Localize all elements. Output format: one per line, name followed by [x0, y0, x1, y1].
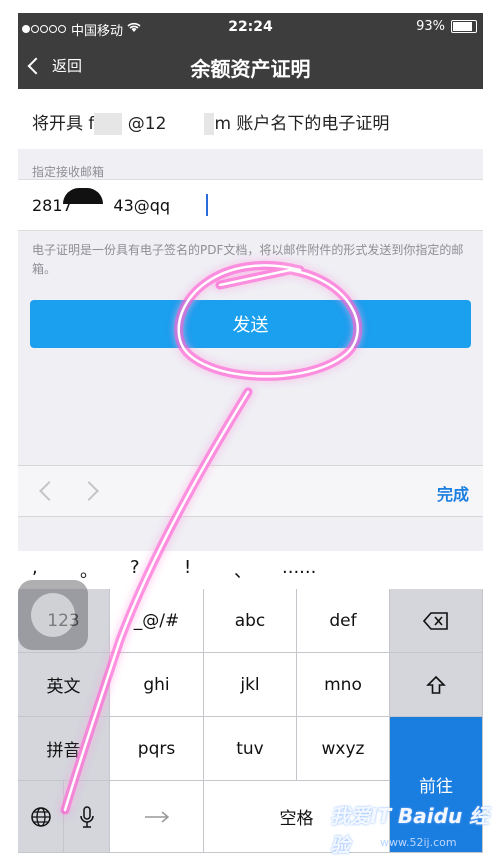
navigation-bar: 返回 余额资产证明: [18, 43, 483, 89]
chevron-left-icon[interactable]: [39, 481, 59, 501]
status-bar: 中国移动 22:24 93%: [18, 13, 483, 43]
candidate-item[interactable]: ?: [130, 557, 140, 578]
arrow-right-icon: [144, 810, 169, 823]
send-button[interactable]: 发送: [30, 300, 471, 348]
email-section-label: 指定接收邮箱: [32, 165, 105, 179]
key-english[interactable]: 英文: [18, 653, 110, 717]
chevron-right-icon[interactable]: [79, 481, 99, 501]
key-abc[interactable]: abc: [204, 589, 297, 653]
account-prefix: 将开具 f: [32, 114, 95, 134]
candidate-item[interactable]: !: [184, 557, 191, 578]
keyboard-toolbar: 完成: [18, 465, 483, 517]
battery-percent: 93%: [416, 19, 445, 34]
text-caret: [206, 194, 208, 216]
account-text: 将开具 f @12 m 账户名下的电子证明: [32, 109, 389, 135]
shift-icon: [426, 675, 446, 694]
redacted-block: [166, 113, 205, 135]
key-ghi[interactable]: ghi: [110, 653, 204, 717]
key-jkl[interactable]: jkl: [204, 653, 297, 717]
status-right: 93%: [416, 19, 477, 34]
redacted-block: [94, 113, 123, 135]
assistive-touch-button[interactable]: [18, 580, 88, 650]
key-def[interactable]: def: [297, 589, 390, 653]
phone-screen: 中国移动 22:24 93% 返回 余额资产证明 将开具 f @12 m 账户名下…: [18, 13, 483, 853]
shift-key[interactable]: [390, 653, 483, 717]
key-tuv[interactable]: tuv: [204, 717, 297, 781]
info-note: 电子证明是一份具有电子签名的PDF文档，将以邮件附件的形式发送到你指定的邮箱。: [32, 243, 464, 276]
status-time: 22:24: [228, 19, 273, 35]
mic-key[interactable]: [64, 781, 110, 853]
candidate-bar: , 。 ? ! 、 ......: [18, 551, 483, 589]
globe-icon: [30, 806, 51, 827]
candidate-item[interactable]: ......: [282, 557, 316, 578]
email-row: [18, 179, 483, 231]
email-input[interactable]: [32, 180, 472, 230]
microphone-icon: [79, 805, 94, 828]
key-pqrs[interactable]: pqrs: [110, 717, 204, 781]
candidate-item[interactable]: 。: [80, 557, 98, 583]
globe-key[interactable]: [18, 781, 64, 853]
watermark-logo: 我爱IT Baidu 经验: [330, 804, 490, 857]
account-info: 将开具 f @12 m 账户名下的电子证明: [18, 89, 483, 149]
key-symbols[interactable]: _@/#: [110, 589, 204, 653]
candidate-item[interactable]: ,: [32, 557, 38, 578]
backspace-icon: [423, 611, 448, 630]
candidate-item[interactable]: 、: [234, 557, 252, 583]
key-mno[interactable]: mno: [297, 653, 390, 717]
assistive-touch-icon: [31, 593, 75, 637]
redacted-block: [204, 113, 215, 135]
done-button[interactable]: 完成: [437, 481, 469, 505]
next-key[interactable]: [110, 781, 204, 853]
battery-icon: [451, 20, 477, 33]
watermark-url: www.52ij.com: [380, 836, 457, 849]
page-title: 余额资产证明: [190, 57, 311, 81]
delete-key[interactable]: [390, 589, 483, 653]
account-suffix: m 账户名下的电子证明: [214, 114, 390, 134]
account-mid: @12: [127, 114, 167, 134]
key-wxyz[interactable]: wxyz: [297, 717, 390, 781]
key-pinyin[interactable]: 拼音: [18, 717, 110, 781]
